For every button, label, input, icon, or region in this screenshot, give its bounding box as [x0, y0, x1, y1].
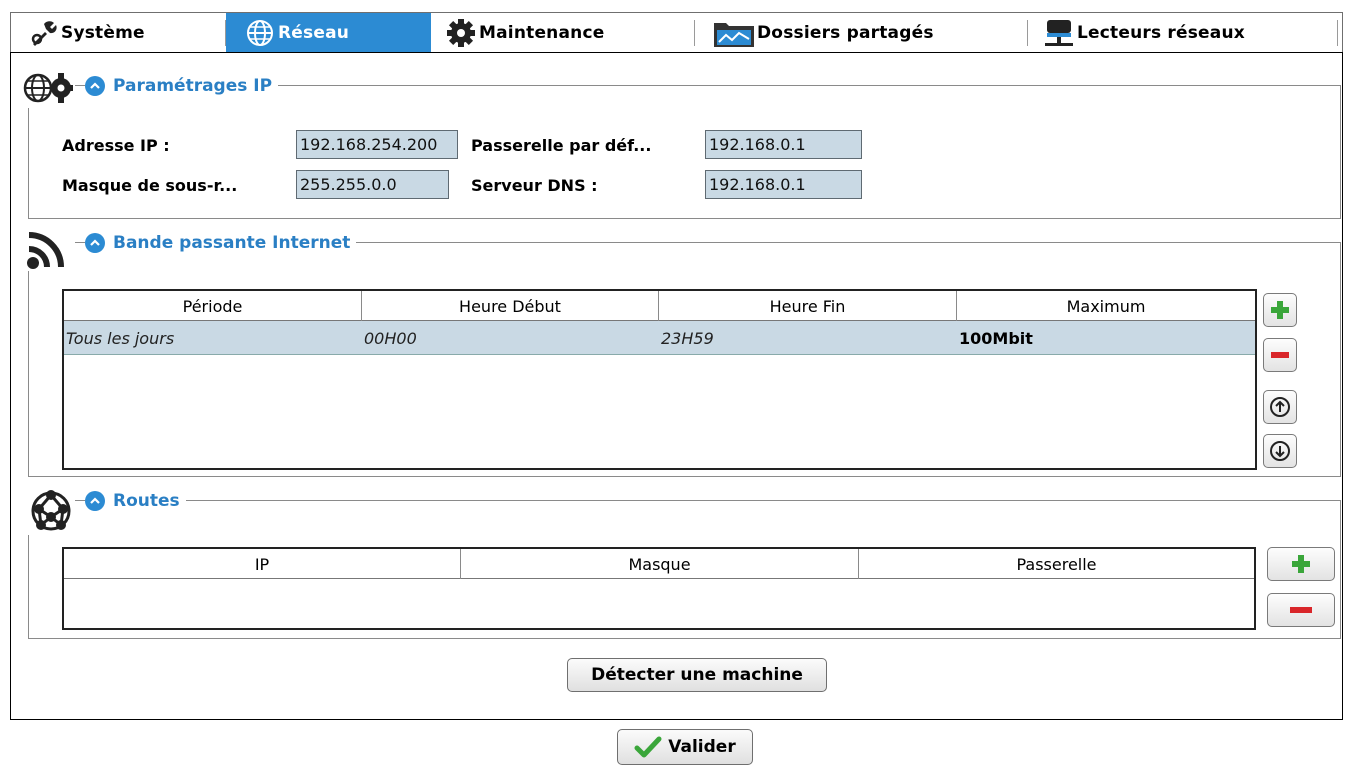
tab-divider [694, 20, 695, 46]
tools-icon [25, 15, 61, 51]
tab-divider [1337, 20, 1338, 46]
subnet-mask-field[interactable]: 255.255.0.0 [296, 170, 449, 199]
minus-icon [1271, 352, 1289, 358]
dns-server-field[interactable]: 192.168.0.1 [705, 170, 862, 199]
ip-settings-section: Paramétrages IP Adresse IP : 192.168.254… [23, 68, 1341, 219]
tab-systeme[interactable]: Système [25, 13, 225, 53]
column-header-end[interactable]: Heure Fin [659, 291, 957, 321]
cell-end: 23H59 [661, 328, 714, 348]
add-bandwidth-button[interactable] [1263, 293, 1297, 327]
cell-start: 00H00 [364, 328, 417, 348]
collapse-icon[interactable] [85, 233, 105, 253]
gear-icon [443, 15, 479, 51]
column-header-maximum[interactable]: Maximum [957, 291, 1255, 321]
bandwidth-section: Bande passante Internet Période Heure Dé… [25, 227, 1341, 477]
validate-button[interactable]: Valider [617, 729, 753, 765]
cell-period: Tous les jours [66, 328, 175, 348]
column-header-ip[interactable]: IP [64, 549, 461, 579]
shared-folder-icon [711, 15, 757, 51]
minus-icon [1290, 607, 1312, 613]
ip-address-field[interactable]: 192.168.254.200 [296, 130, 458, 159]
routes-table: IP Masque Passerelle [62, 547, 1256, 630]
arrow-up-icon [1270, 397, 1290, 417]
tab-label: Maintenance [479, 23, 605, 43]
table-header: Période Heure Début Heure Fin Maximum [64, 291, 1255, 321]
tab-bar: Système Réseau Maintenance Dossiers part… [10, 12, 1343, 53]
validate-label: Valider [668, 737, 736, 757]
table-row[interactable]: Tous les jours 00H00 23H59 100Mbit [64, 321, 1255, 355]
network-drive-icon [1041, 15, 1077, 51]
globe-gear-icon [23, 68, 75, 108]
cell-maximum: 100Mbit [959, 328, 1033, 348]
plus-icon [1271, 301, 1289, 319]
detect-machine-button[interactable]: Détecter une machine [567, 658, 827, 692]
move-up-button[interactable] [1263, 390, 1297, 424]
tab-divider [1027, 20, 1028, 46]
arrow-down-icon [1270, 441, 1290, 461]
table-header: IP Masque Passerelle [64, 549, 1254, 579]
tab-lecteurs-reseaux[interactable]: Lecteurs réseaux [1041, 13, 1336, 53]
plus-icon [1292, 555, 1310, 573]
ip-address-label: Adresse IP : [62, 136, 170, 155]
tab-label: Système [61, 23, 145, 43]
routes-header[interactable]: Routes [85, 489, 186, 513]
remove-bandwidth-button[interactable] [1263, 338, 1297, 372]
column-header-mask[interactable]: Masque [461, 549, 859, 579]
globe-icon [242, 15, 278, 51]
ip-settings-header[interactable]: Paramétrages IP [85, 74, 279, 98]
tab-label: Dossiers partagés [757, 23, 934, 43]
section-title: Routes [113, 491, 180, 511]
network-settings-panel: Paramétrages IP Adresse IP : 192.168.254… [10, 52, 1343, 720]
tab-dossiers-partages[interactable]: Dossiers partagés [711, 13, 1026, 53]
column-header-start[interactable]: Heure Début [362, 291, 659, 321]
add-route-button[interactable] [1267, 547, 1335, 581]
column-header-gateway[interactable]: Passerelle [859, 549, 1254, 579]
checkmark-icon [634, 736, 662, 758]
collapse-icon[interactable] [85, 76, 105, 96]
gateway-label: Passerelle par déf... [471, 136, 652, 155]
bandwidth-header[interactable]: Bande passante Internet [85, 231, 357, 255]
wifi-signal-icon [25, 227, 75, 271]
bandwidth-table: Période Heure Début Heure Fin Maximum To… [62, 289, 1257, 470]
tab-label: Réseau [278, 23, 350, 43]
tab-maintenance[interactable]: Maintenance [443, 13, 693, 53]
tab-label: Lecteurs réseaux [1077, 23, 1245, 43]
subnet-mask-label: Masque de sous-r... [62, 176, 238, 195]
collapse-icon[interactable] [85, 491, 105, 511]
network-nodes-icon [27, 487, 75, 535]
remove-route-button[interactable] [1267, 593, 1335, 627]
tab-reseau[interactable]: Réseau [226, 13, 431, 53]
routes-section: Routes IP Masque Passerelle [27, 487, 1341, 639]
dns-server-label: Serveur DNS : [471, 176, 598, 195]
move-down-button[interactable] [1263, 434, 1297, 468]
gateway-field[interactable]: 192.168.0.1 [705, 130, 862, 159]
section-title: Bande passante Internet [113, 233, 351, 253]
column-header-period[interactable]: Période [64, 291, 362, 321]
section-title: Paramétrages IP [113, 76, 273, 96]
